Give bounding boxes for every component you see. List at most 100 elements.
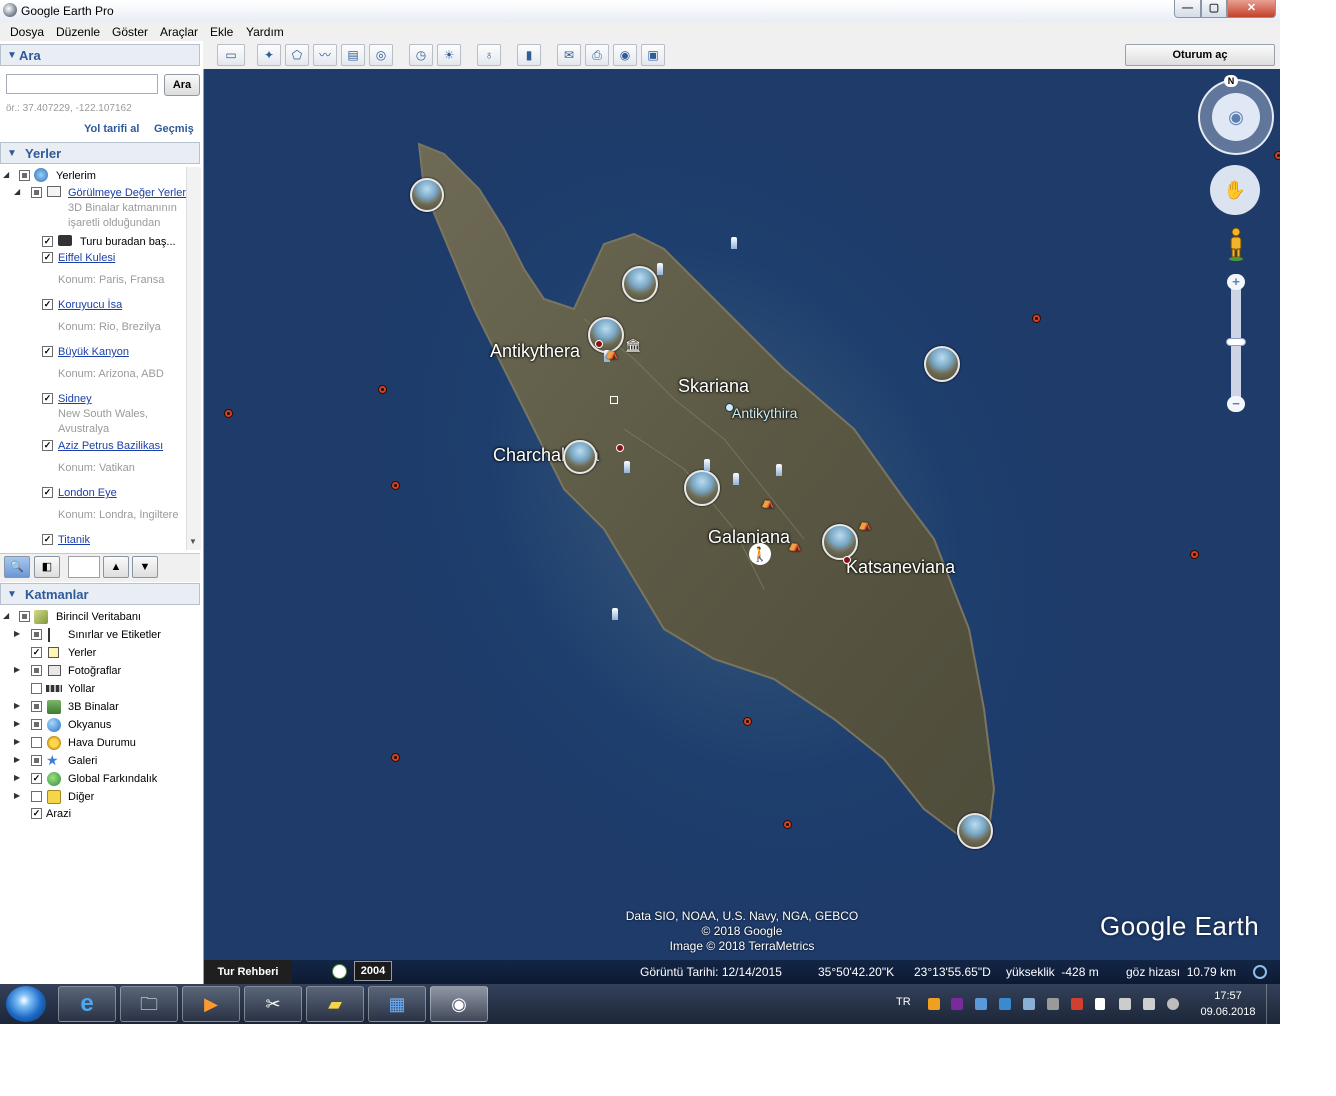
history-link[interactable]: Geçmiş: [154, 123, 194, 135]
hotel-icon[interactable]: ⛺: [761, 496, 775, 509]
power-icon[interactable]: [1119, 998, 1131, 1010]
add-path-icon[interactable]: 〰: [313, 44, 337, 66]
marine-marker[interactable]: [783, 820, 792, 829]
place-label-katsaneviana[interactable]: Katsaneviana: [846, 557, 955, 578]
email-icon[interactable]: ✉: [557, 44, 581, 66]
expand-arrow-icon[interactable]: ▶: [14, 773, 20, 782]
expand-arrow-icon[interactable]: ◢: [3, 170, 9, 179]
action-center-flag-icon[interactable]: [1095, 998, 1105, 1010]
tree-link[interactable]: Titanik: [58, 534, 90, 546]
photo-pin[interactable]: [684, 470, 720, 506]
checkbox[interactable]: ✓: [42, 534, 53, 545]
compass-north-icon[interactable]: N: [1224, 75, 1238, 87]
expand-arrow-icon[interactable]: ▶: [14, 629, 20, 638]
expand-arrow-icon[interactable]: ▶: [14, 701, 20, 710]
snipping-tool-icon[interactable]: ✂: [244, 986, 302, 1022]
save-image-icon[interactable]: ▣: [641, 44, 665, 66]
lighthouse-icon[interactable]: [657, 263, 663, 275]
move-down-icon[interactable]: ▼: [132, 556, 158, 578]
clock-time[interactable]: 17:57: [1208, 990, 1248, 1002]
checkbox[interactable]: ✓: [42, 346, 53, 357]
museum-icon[interactable]: 🏛: [625, 338, 642, 354]
tree-link[interactable]: London Eye: [58, 487, 117, 499]
record-tour-icon[interactable]: ◎: [369, 44, 393, 66]
add-placemark-icon[interactable]: ✦: [257, 44, 281, 66]
zoom-slider-thumb[interactable]: [1226, 338, 1246, 346]
close-button[interactable]: ✕: [1227, 0, 1276, 18]
photo-pin[interactable]: [822, 524, 858, 560]
square-marker[interactable]: [610, 396, 618, 404]
tree-link[interactable]: Büyük Kanyon: [58, 346, 129, 358]
photo-pin[interactable]: [410, 178, 444, 212]
earth-map-view[interactable]: Antikythera Skariana Antikythira Charcha…: [204, 69, 1280, 984]
network-app-icon[interactable]: ▦: [368, 986, 426, 1022]
marine-marker[interactable]: [1190, 550, 1199, 559]
marine-marker[interactable]: [743, 717, 752, 726]
lighthouse-icon[interactable]: [704, 459, 710, 471]
tree-link[interactable]: Aziz Petrus Bazilikası: [58, 440, 163, 452]
search-places-icon[interactable]: 🔍: [4, 556, 30, 578]
menu-view[interactable]: Göster: [112, 25, 148, 39]
checkbox[interactable]: ✓: [31, 808, 42, 819]
scroll-down-icon[interactable]: ▼: [189, 537, 197, 546]
sunlight-icon[interactable]: ☀: [437, 44, 461, 66]
add-polygon-icon[interactable]: ⬠: [285, 44, 309, 66]
network-signal-icon[interactable]: [1143, 998, 1155, 1010]
move-joystick-hand-icon[interactable]: ✋: [1210, 165, 1260, 215]
lighthouse-icon[interactable]: [731, 237, 737, 249]
internet-explorer-icon[interactable]: e: [58, 986, 116, 1022]
checkbox[interactable]: [31, 629, 42, 640]
tray-app-icon[interactable]: [1023, 998, 1035, 1010]
lighthouse-icon[interactable]: [776, 464, 782, 476]
village-marker[interactable]: [725, 403, 734, 412]
google-earth-pro-taskbar-icon[interactable]: ◉: [430, 986, 488, 1022]
planets-icon[interactable]: ♁: [477, 44, 501, 66]
volume-muted-icon[interactable]: [1071, 998, 1083, 1010]
move-up-icon[interactable]: ▲: [103, 556, 129, 578]
historical-year[interactable]: 2004: [354, 961, 392, 981]
clock-icon[interactable]: [332, 964, 347, 979]
sidebar-toggle-icon[interactable]: ▭: [217, 44, 245, 66]
poi-marker[interactable]: [843, 556, 851, 564]
checkbox[interactable]: [31, 701, 42, 712]
menu-tools[interactable]: Araçlar: [160, 25, 198, 39]
maximize-button[interactable]: ▢: [1201, 0, 1227, 18]
language-indicator[interactable]: TR: [896, 996, 911, 1008]
tree-link[interactable]: Görülmeye Değer Yerler: [68, 187, 186, 199]
onenote-icon[interactable]: [951, 998, 963, 1010]
toggle-panel-icon[interactable]: ◧: [34, 556, 60, 578]
checkbox[interactable]: [31, 791, 42, 802]
hiking-icon[interactable]: 🚶: [749, 543, 771, 565]
checkbox[interactable]: [19, 611, 30, 622]
add-overlay-icon[interactable]: ▤: [341, 44, 365, 66]
ruler-icon[interactable]: ▮: [517, 44, 541, 66]
checkbox[interactable]: [31, 755, 42, 766]
show-desktop-button[interactable]: [1266, 984, 1280, 1024]
checkbox[interactable]: [31, 737, 42, 748]
tree-link[interactable]: Sidney: [58, 393, 92, 405]
checkbox[interactable]: ✓: [42, 252, 53, 263]
hotel-icon[interactable]: ⛺: [605, 347, 619, 360]
start-button-icon[interactable]: [6, 986, 46, 1022]
pegman-icon[interactable]: [1228, 227, 1244, 261]
marine-marker[interactable]: [391, 481, 400, 490]
menu-help[interactable]: Yardım: [246, 25, 284, 39]
expand-arrow-icon[interactable]: ◢: [3, 611, 9, 620]
checkbox[interactable]: [31, 683, 42, 694]
checkbox[interactable]: ✓: [31, 647, 42, 658]
photo-pin[interactable]: [622, 266, 658, 302]
checkbox[interactable]: ✓: [42, 236, 53, 247]
layers-panel-header[interactable]: ▼ Katmanlar: [0, 583, 200, 605]
places-filter-box[interactable]: [68, 556, 100, 578]
places-scrollbar[interactable]: ▼: [186, 167, 201, 550]
poi-marker[interactable]: [616, 444, 624, 452]
clock-date[interactable]: 09.06.2018: [1198, 1006, 1258, 1018]
marine-marker[interactable]: [224, 409, 233, 418]
expand-arrow-icon[interactable]: ▶: [14, 719, 20, 728]
poi-marker[interactable]: [595, 340, 603, 348]
place-label-antikythira[interactable]: Antikythira: [732, 405, 797, 421]
print-icon[interactable]: ⎙: [585, 44, 609, 66]
place-label-antikythera[interactable]: Antikythera: [490, 341, 580, 362]
marine-marker[interactable]: [378, 385, 387, 394]
tour-guide-button[interactable]: Tur Rehberi: [204, 960, 292, 984]
